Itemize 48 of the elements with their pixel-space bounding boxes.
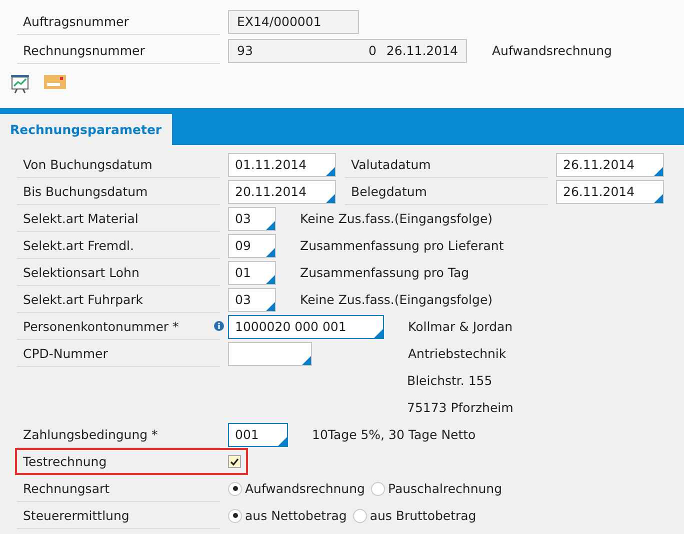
invoice-number-field: 93 0 26.11.2014 [228,38,467,62]
field-label: Bis Buchungsdatum [23,184,148,198]
radio-button[interactable] [228,508,242,522]
info-icon[interactable] [214,321,224,331]
radio-button[interactable] [228,482,242,496]
field-label: Von Buchungsdatum [23,156,152,172]
date-field[interactable]: 26.11.2014 [556,180,664,204]
code-field[interactable]: 09 [228,234,276,258]
order-number-field: EX14/000001 [228,10,359,34]
address-line: Kollmar & Jordan [408,319,513,334]
code-field[interactable]: 03 [228,288,276,312]
address-line: Bleichstr. 155 [407,373,492,388]
field-label: Steuerermittlung [23,508,130,522]
field-label: CPD-Nummer [23,346,108,360]
date-field[interactable]: 01.11.2014 [228,152,336,176]
date-field[interactable]: 26.11.2014 [556,152,664,176]
code-description: Zusammenfassung pro Lieferant [300,238,504,253]
code-description: 10Tage 5%, 30 Tage Netto [312,427,476,442]
chart-icon[interactable] [10,74,30,94]
code-description: Keine Zus.fass.(Eingangsfolge) [300,292,493,307]
invoice-type: Aufwandsrechnung [492,43,612,58]
field-label: Selekt.art Fuhrpark [23,292,144,306]
code-field[interactable]: 001 [228,422,288,446]
account-field[interactable]: 1000020 000 001 [228,314,384,338]
envelope-icon[interactable] [44,74,66,90]
address-line: 75173 Pforzheim [407,400,514,415]
account-field[interactable] [228,342,312,366]
field-label: Selekt.art Material [23,210,138,226]
field-label: Personenkontonummer * [23,318,179,334]
code-description: Zusammenfassung pro Tag [300,265,470,280]
field-label: Rechnungsnummer [23,42,145,58]
field-label: Rechnungsart [23,480,110,496]
field-label: Belegdatum [351,184,427,198]
tab[interactable]: Rechnungsparameter [0,114,172,145]
radio-button[interactable] [370,482,385,496]
radio-button[interactable] [352,508,367,522]
code-field[interactable]: 01 [228,260,276,284]
field-label: Zahlungsbedingung * [23,426,158,442]
code-field[interactable]: 03 [228,206,276,230]
field-label: Selektionsart Lohn [23,264,140,280]
address-line: Antriebstechnik [408,346,506,361]
field-label: Valutadatum [351,156,431,172]
field-label: Selekt.art Fremdl. [23,238,134,252]
field-label: Testrechnung [23,454,107,469]
field-label: Auftragsnummer [23,14,129,28]
code-description: Keine Zus.fass.(Eingangsfolge) [300,211,493,226]
date-field[interactable]: 20.11.2014 [228,180,336,204]
checkbox[interactable] [228,455,241,468]
